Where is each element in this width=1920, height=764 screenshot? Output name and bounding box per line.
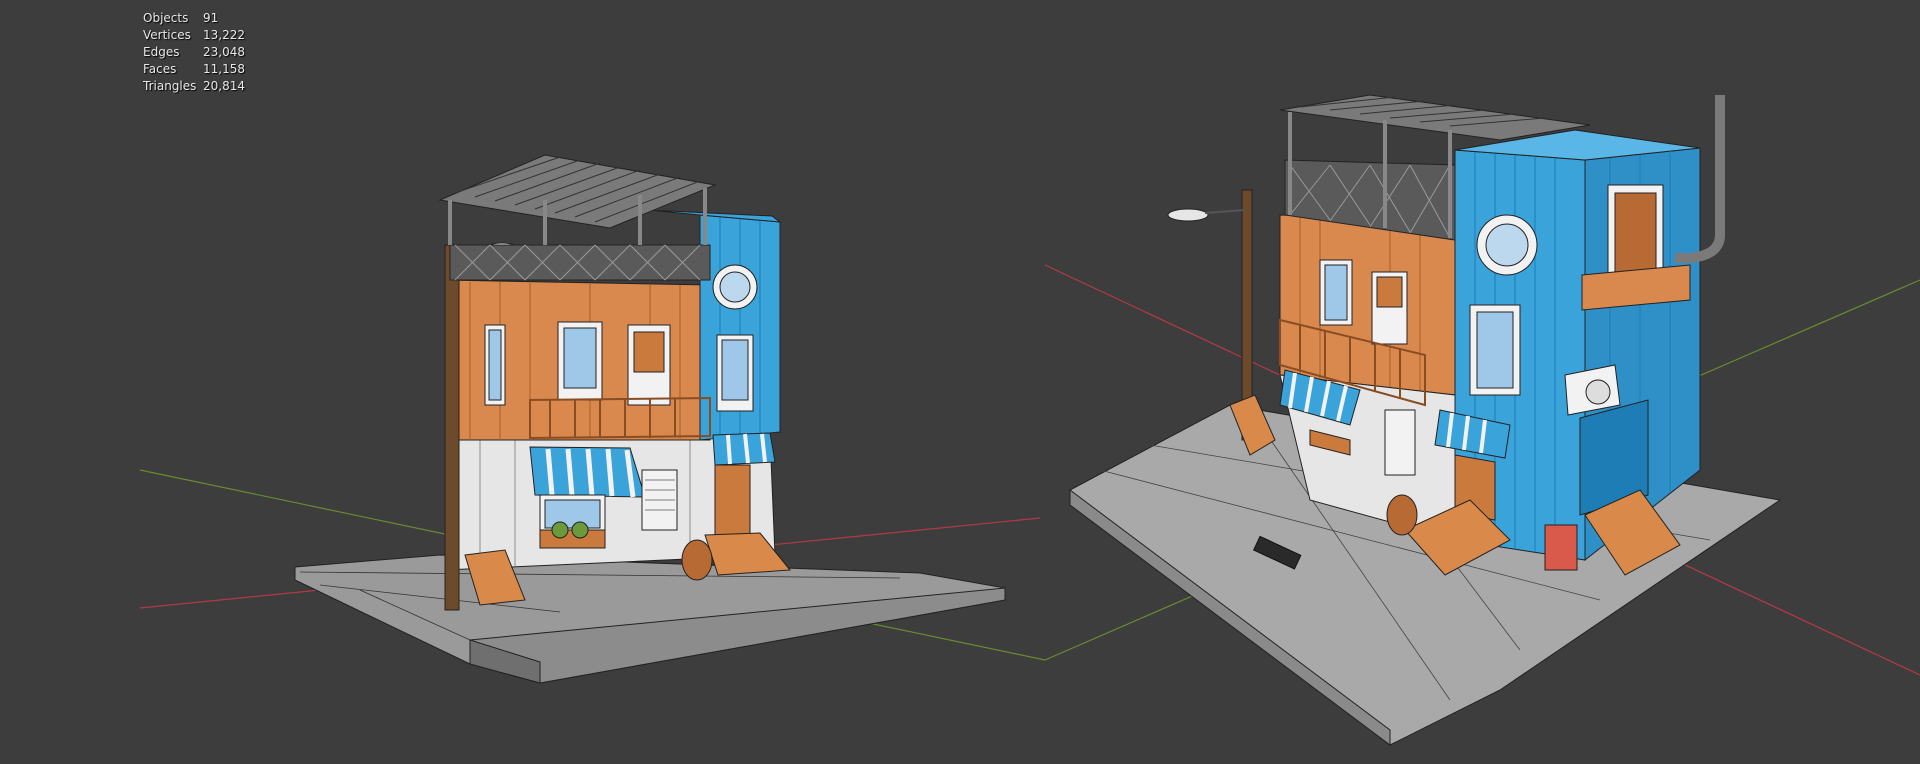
stat-value: 13,222 [203, 28, 245, 42]
stat-edges: Edges 23,048 [143, 44, 263, 61]
shutter-right [1384, 409, 1416, 476]
stat-label: Faces [143, 62, 177, 76]
3d-viewport[interactable]: Objects 91 Vertices 13,222 Edges 23,048 … [0, 0, 1920, 764]
scene-statistics-overlay: Objects 91 Vertices 13,222 Edges 23,048 … [143, 10, 263, 95]
stat-label: Edges [143, 45, 180, 59]
stat-value: 91 [203, 11, 219, 25]
stairs [704, 532, 791, 576]
trash-bin [1544, 524, 1578, 571]
barrel [681, 539, 713, 581]
stat-value: 20,814 [203, 79, 245, 93]
stat-value: 23,048 [203, 45, 245, 59]
stat-faces: Faces 11,158 [143, 61, 263, 78]
stat-triangles: Triangles 20,814 [143, 78, 263, 95]
orange-section-right [1279, 214, 1456, 396]
stat-label: Vertices [143, 28, 191, 42]
lamp-head-right [1167, 208, 1209, 222]
stat-objects: Objects 91 [143, 10, 263, 27]
building-model-right[interactable] [1069, 94, 1782, 746]
stat-label: Triangles [143, 79, 197, 93]
lamp-post [444, 244, 460, 611]
building-model-left[interactable] [294, 154, 1006, 684]
stat-label: Objects [143, 11, 189, 25]
stat-vertices: Vertices 13,222 [143, 27, 263, 44]
roof-railing [449, 244, 711, 281]
barrel-right [1386, 494, 1418, 536]
pergola-roof-right [1279, 94, 1591, 141]
viewport-canvas[interactable] [0, 0, 1920, 764]
stat-value: 11,158 [203, 62, 245, 76]
door [714, 464, 751, 536]
